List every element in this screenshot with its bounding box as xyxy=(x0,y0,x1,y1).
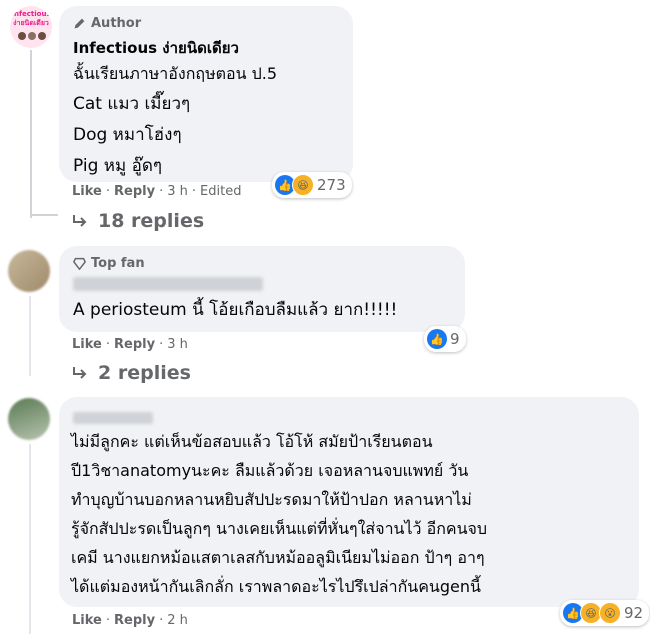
reply-button[interactable]: Reply xyxy=(114,337,155,352)
blurred-name[interactable] xyxy=(73,409,153,428)
comment-bubble: Author Infectious ง่ายนิดเดียว ฉั้นเรียน… xyxy=(59,6,353,182)
thread-line xyxy=(30,50,32,218)
like-reaction-icon: 👍 xyxy=(427,329,447,349)
timestamp[interactable]: 3 h xyxy=(167,337,188,352)
like-button[interactable]: Like xyxy=(72,184,102,199)
comment-text: ไม่มีลูกคะ แต่เห็นข้อสอบแล้ว โอ้โห้ สมัย… xyxy=(71,432,488,596)
haha-reaction-icon: 😆 xyxy=(292,174,314,196)
comment-bubble: Top fan A periosteum นี้ โอ้ยเกือบลืมแล้… xyxy=(59,246,465,332)
avatar[interactable] xyxy=(8,398,50,440)
edited-label: Edited xyxy=(200,184,242,199)
like-button[interactable]: Like xyxy=(72,613,102,628)
thread-line-curve xyxy=(30,214,58,216)
reaction-summary[interactable]: 👍 9 xyxy=(424,326,466,352)
view-replies-button[interactable]: 2 replies xyxy=(72,362,191,384)
comment-text: A periosteum นี้ โอ้ยเกือบลืมแล้ว ยาก!!!… xyxy=(73,300,398,320)
comment-bubble: ไม่มีลูกคะ แต่เห็นข้อสอบแล้ว โอ้โห้ สมัย… xyxy=(59,397,639,607)
timestamp[interactable]: 2 h xyxy=(167,613,188,628)
reaction-summary[interactable]: 👍 😆 😮 92 xyxy=(560,600,650,626)
comment-text: ฉั้นเรียนภาษาอังกฤษตอน ป.5 Cat แมว เมี๊ย… xyxy=(73,64,278,176)
comment-actions: Like · Reply · 3 h · Edited xyxy=(72,184,242,199)
thread-line xyxy=(29,296,31,376)
top-fan-badge: Top fan xyxy=(73,256,145,271)
view-replies-button[interactable]: 18 replies xyxy=(72,210,204,232)
avatar[interactable]: Infectious ง่ายนิดเดียว xyxy=(10,6,52,48)
thread-line xyxy=(29,444,31,634)
timestamp[interactable]: 3 h xyxy=(167,184,188,199)
reply-button[interactable]: Reply xyxy=(114,184,155,199)
commenter-name[interactable]: Infectious ง่ายนิดเดียว xyxy=(73,36,239,60)
like-button[interactable]: Like xyxy=(72,337,102,352)
blurred-name[interactable] xyxy=(73,276,263,295)
comment-actions: Like · Reply · 3 h xyxy=(72,337,188,352)
comment-actions: Like · Reply · 2 h xyxy=(72,613,188,628)
author-badge: Author xyxy=(73,16,141,31)
pencil-icon xyxy=(74,18,85,29)
wow-reaction-icon: 😮 xyxy=(599,602,621,624)
reply-arrow-icon xyxy=(73,367,87,379)
reaction-summary[interactable]: 👍 😆 273 xyxy=(272,172,352,198)
avatar-logo-text: Infectious ง่ายนิดเดียว xyxy=(11,10,51,27)
avatar[interactable] xyxy=(8,250,50,292)
diamond-icon xyxy=(73,257,86,270)
reply-button[interactable]: Reply xyxy=(114,613,155,628)
reply-arrow-icon xyxy=(73,215,87,227)
